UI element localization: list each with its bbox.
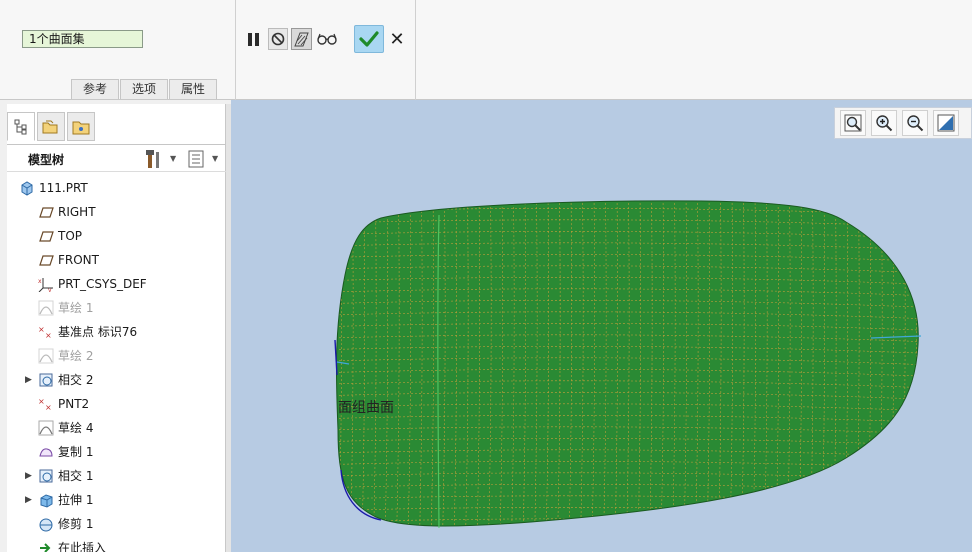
cancel-button[interactable]: ✕ [386, 28, 408, 50]
tree-node-label: 基准点 标识76 [58, 325, 138, 339]
tree-node-label: 相交 1 [58, 469, 94, 483]
tree-node-label: FRONT [58, 253, 99, 267]
sketch-icon [38, 300, 54, 316]
tree-node-label: 修剪 1 [58, 517, 94, 531]
svg-text:×: × [45, 403, 52, 412]
tree-node-label: 在此插入 [58, 541, 107, 552]
no-preview-icon [271, 32, 285, 46]
tree-node-label: TOP [58, 229, 83, 243]
datum-point-icon: ×× [38, 397, 52, 412]
tree-node-label: PNT2 [58, 397, 90, 411]
close-icon: ✕ [389, 28, 405, 50]
surface-set-collector[interactable]: 1个曲面集 [22, 30, 143, 48]
repaint-icon [937, 114, 955, 132]
trim-icon [39, 518, 53, 532]
coordinate-system-icon: xy [38, 278, 53, 292]
tree-node-label: 草绘 4 [58, 421, 94, 435]
tab-references[interactable]: 参考 [71, 79, 120, 99]
tree-node-label: 111.PRT [39, 181, 88, 195]
view-toolbar [834, 107, 972, 139]
settings-tools-icon[interactable] [145, 149, 163, 169]
zoom-out-button[interactable] [902, 110, 928, 136]
pause-icon-bar [254, 32, 259, 46]
surface-fill [336, 200, 919, 527]
svg-text:×: × [38, 325, 45, 334]
ok-button[interactable] [354, 25, 384, 53]
pause-button[interactable] [244, 28, 262, 50]
glasses-icon [317, 33, 337, 45]
folder-browser-tab-icon [42, 120, 58, 133]
extrude-icon [40, 494, 53, 508]
refit-icon [844, 114, 862, 132]
chevron-down-icon[interactable]: ▼ [170, 154, 176, 163]
navigator-panel: 模型树 ▼ ▼ 111.PRT RIGHT TOP FRONT x y PRT_CSYS_D… [7, 104, 226, 552]
mesh-line [331, 530, 931, 537]
sketch-icon [38, 420, 54, 436]
datum-plane-icon [39, 231, 54, 242]
model-annotation-label: 面组曲面 [338, 400, 394, 416]
svg-text:x: x [38, 278, 42, 285]
sketch-icon [38, 348, 54, 364]
tree-node-label: 拉伸 1 [58, 493, 94, 507]
expand-arrow-icon[interactable]: ▶ [25, 375, 32, 385]
favorites-tab-icon [72, 121, 90, 134]
zoom-in-button[interactable] [871, 110, 897, 136]
attach-geometry-button[interactable] [291, 28, 312, 50]
graphics-window[interactable]: 面组曲面 [231, 100, 972, 552]
tab-properties[interactable]: 属性 [169, 79, 218, 99]
refit-button[interactable] [840, 110, 866, 136]
zoom-in-icon [876, 115, 893, 132]
surface-model[interactable] [231, 100, 972, 552]
svg-text:×: × [38, 397, 45, 406]
svg-text:×: × [45, 331, 52, 340]
tree-node-label: 草绘 1 [58, 301, 94, 315]
copy-icon [39, 448, 53, 457]
tab-folder-browser[interactable] [37, 112, 65, 141]
pause-icon [247, 32, 252, 46]
model-tree-title: 模型树 [28, 153, 65, 167]
chevron-down-icon[interactable]: ▼ [212, 154, 218, 163]
svg-text:y: y [48, 287, 52, 292]
part-icon [21, 181, 33, 196]
tab-options[interactable]: 选项 [120, 79, 169, 99]
repaint-button[interactable] [933, 110, 959, 136]
dashboard-tabs: 参考 选项 属性 [71, 79, 218, 99]
tree-node-label: 草绘 2 [58, 349, 94, 363]
checkmark-icon [359, 31, 379, 47]
feature-dashboard: 1个曲面集 参考 选项 属性 ✕ [0, 0, 972, 100]
no-preview-button[interactable] [268, 28, 288, 50]
zoom-out-icon [907, 115, 924, 132]
dashboard-divider [415, 0, 416, 100]
tree-node-label: 相交 2 [58, 373, 94, 387]
datum-plane-icon [39, 255, 54, 266]
verify-button[interactable] [315, 28, 339, 50]
expand-arrow-icon[interactable]: ▶ [25, 495, 32, 505]
datum-point-icon: ×× [38, 325, 52, 340]
intersect-icon [39, 469, 53, 483]
navigator-tabs [7, 112, 97, 142]
tab-model-tree[interactable] [7, 112, 35, 141]
dashboard-divider [235, 0, 236, 100]
tab-favorites[interactable] [67, 112, 95, 141]
hatch-preview-icon [294, 32, 309, 46]
show-list-icon[interactable] [188, 150, 204, 168]
model-tree-tab-icon [14, 119, 27, 134]
tree-node-label: PRT_CSYS_DEF [58, 277, 147, 291]
tree-node-label: RIGHT [58, 205, 96, 219]
model-tree-header: 模型树 ▼ ▼ [7, 144, 226, 172]
insert-here-icon [40, 543, 51, 552]
intersect-icon [39, 373, 53, 387]
app-window: 1个曲面集 参考 选项 属性 ✕ 模型树 ▼ ▼ 111.PRT RIGHT T… [0, 0, 972, 552]
expand-arrow-icon[interactable]: ▶ [25, 471, 32, 481]
datum-plane-icon [39, 207, 54, 218]
tree-node-label: 复制 1 [58, 445, 94, 459]
